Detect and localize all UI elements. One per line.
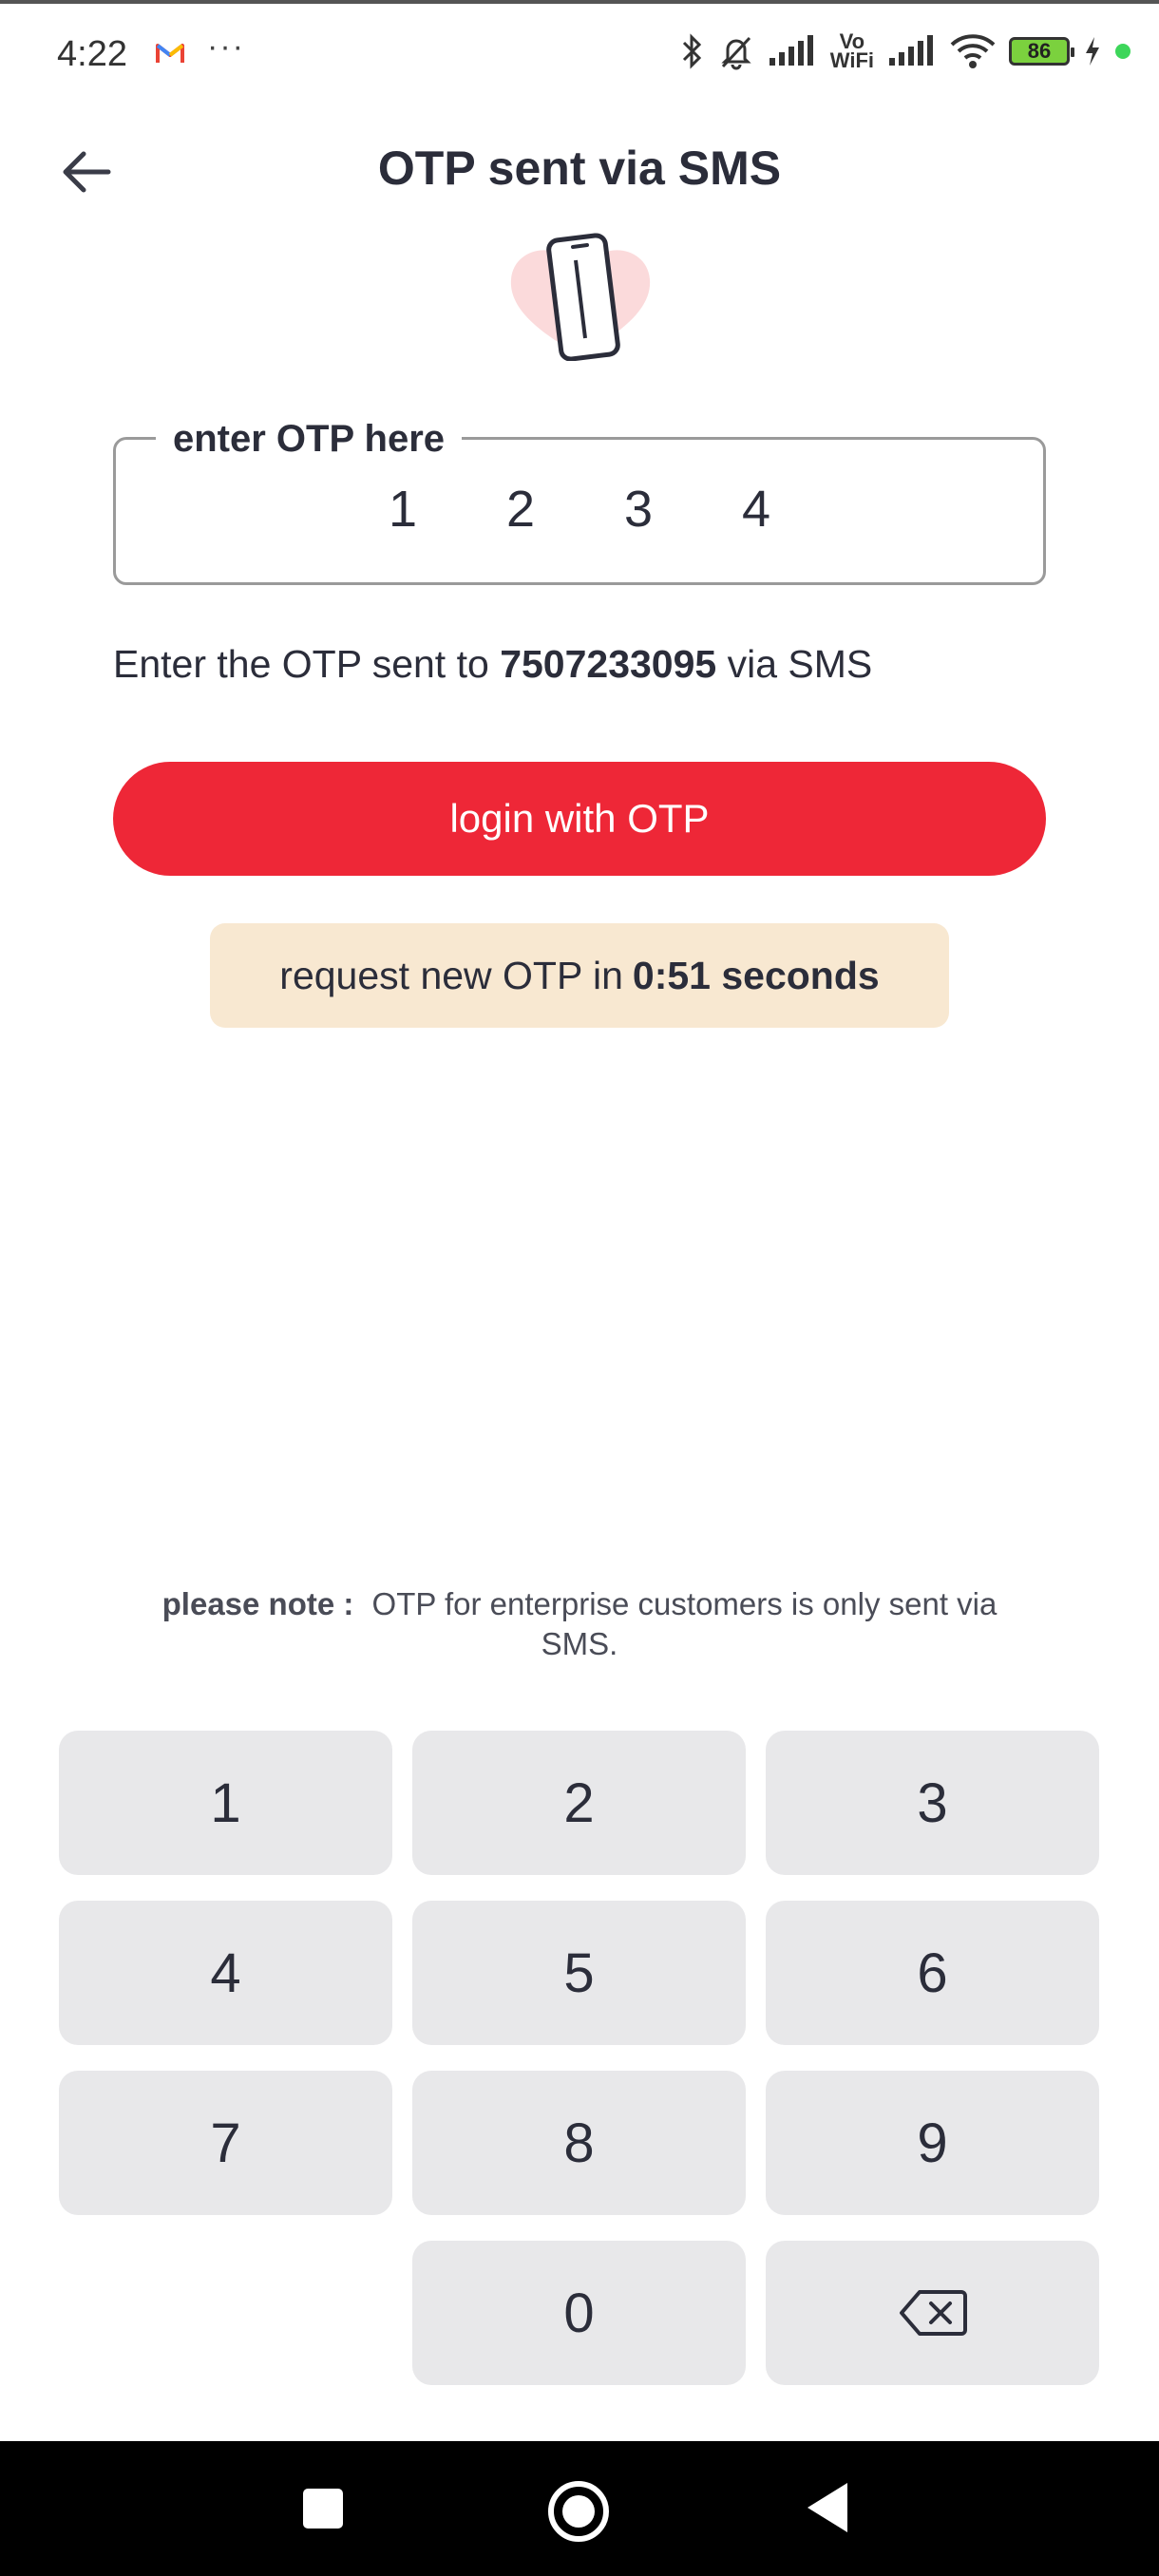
privacy-indicator-dot [1115, 44, 1130, 59]
backspace-icon [899, 2290, 967, 2336]
bell-muted-icon [721, 36, 751, 70]
battery-icon: 86 [1009, 37, 1074, 66]
keypad-key-3[interactable]: 3 [766, 1731, 1099, 1875]
keypad-key-2[interactable]: 2 [412, 1731, 746, 1875]
vowifi-icon: Vo WiFi [829, 29, 874, 72]
signal-icon-2 [889, 35, 933, 66]
keypad-key-5[interactable]: 5 [412, 1901, 746, 2045]
info-prefix: Enter the OTP sent to [113, 642, 501, 686]
keypad-key-7[interactable]: 7 [59, 2071, 392, 2215]
wifi-icon [950, 34, 996, 68]
enterprise-note: please note : OTP for enterprise custome… [133, 1584, 1026, 1664]
gmail-icon [156, 44, 184, 63]
keypad-key-0[interactable]: 0 [412, 2241, 746, 2385]
keypad-backspace-button[interactable] [766, 2241, 1099, 2385]
top-edge-line [0, 0, 1159, 4]
keypad-key-6[interactable]: 6 [766, 1901, 1099, 2045]
keypad-key-1[interactable]: 1 [59, 1731, 392, 1875]
status-time: 4:22 [57, 34, 127, 74]
status-icons: Vo WiFi 86 [680, 29, 1130, 72]
back-button-icon[interactable] [808, 2483, 847, 2532]
signal-icon [769, 35, 813, 66]
charging-icon [1086, 37, 1099, 66]
note-label: please note : [162, 1586, 354, 1621]
more-notifications-icon: ··· [207, 28, 245, 65]
keypad-key-9[interactable]: 9 [766, 2071, 1099, 2215]
otp-input-label: enter OTP here [156, 418, 463, 461]
otp-digit-2: 2 [505, 481, 536, 538]
info-suffix: via SMS [716, 642, 873, 686]
page-title: OTP sent via SMS [377, 142, 782, 195]
home-button-icon[interactable] [548, 2481, 609, 2542]
otp-digit-4: 4 [741, 481, 771, 538]
note-text: OTP for enterprise customers is only sen… [371, 1586, 998, 1661]
phone-number: 7507233095 [500, 642, 717, 686]
keypad-key-8[interactable]: 8 [412, 2071, 746, 2215]
phone-illustration-icon [510, 233, 651, 361]
otp-digit-3: 3 [623, 481, 654, 538]
otp-digit-1: 1 [388, 481, 418, 538]
keypad-key-4[interactable]: 4 [59, 1901, 392, 2045]
login-with-otp-button[interactable]: login with OTP [113, 762, 1046, 876]
otp-sent-info: Enter the OTP sent to 7507233095 via SMS [113, 642, 872, 687]
timer-value: 0:51 seconds [632, 953, 880, 997]
timer-prefix: request new OTP in [279, 953, 623, 997]
bluetooth-icon [682, 33, 701, 69]
otp-digits: 1 2 3 4 [0, 480, 1159, 539]
resend-otp-timer: request new OTP in 0:51 seconds [210, 923, 949, 1028]
recents-button-icon[interactable] [303, 2489, 343, 2529]
